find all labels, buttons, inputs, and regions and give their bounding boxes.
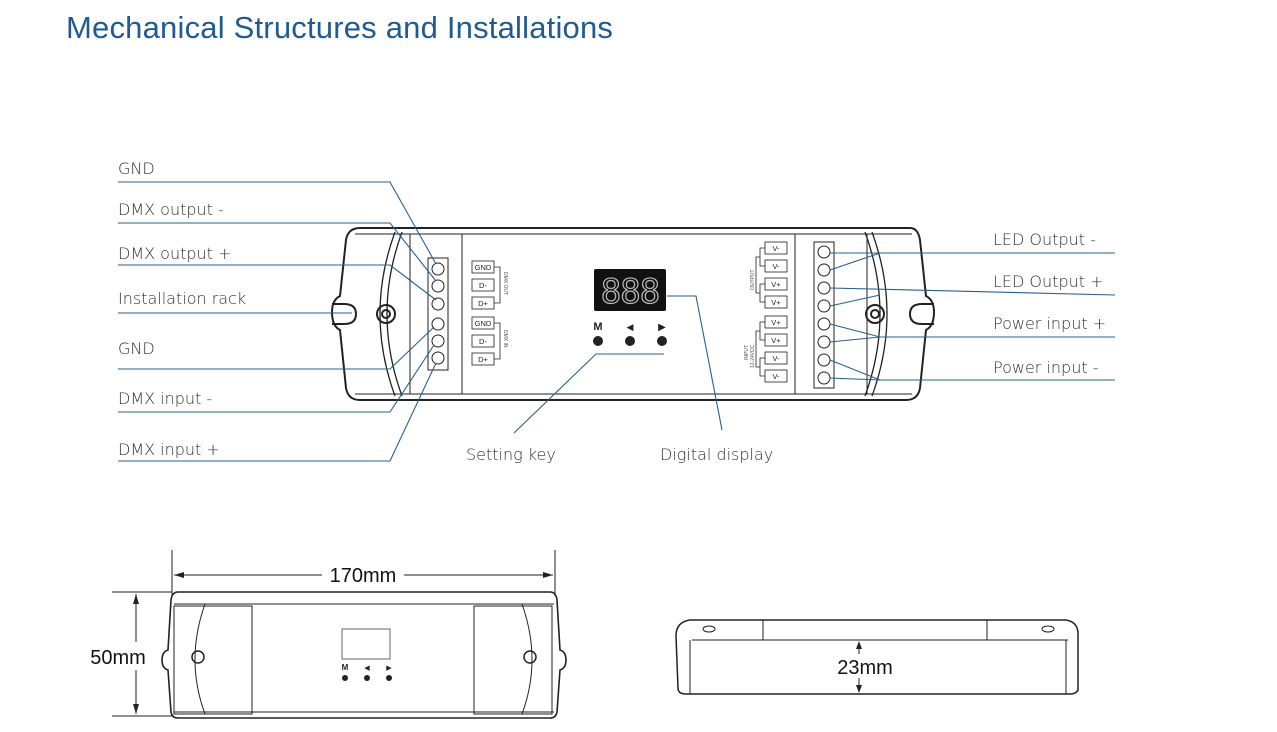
terminal-screw xyxy=(817,353,831,367)
label-dmx-output-plus: DMX output + xyxy=(118,244,231,263)
power-terminal-label: V+ xyxy=(771,298,781,307)
label-dmx-input-plus: DMX input + xyxy=(118,440,220,459)
dmx-in-dminus-label: D- xyxy=(479,337,487,346)
dmx-in-group-label: DMX IN xyxy=(502,330,508,348)
bottom-callouts: Setting key Digital display xyxy=(466,295,773,464)
label-power-input-plus: Power input + xyxy=(993,314,1106,333)
dimension-height: 23mm xyxy=(837,657,893,679)
dimension-length: 170mm xyxy=(330,565,397,587)
terminal-screw xyxy=(431,262,445,276)
dmx-out-group-label: DMX OUT xyxy=(502,272,508,295)
label-setting-key: Setting key xyxy=(466,445,556,464)
mechanical-diagram: GND D- D+ GND D- D+ DMX OUT DMX IN 888 M… xyxy=(90,159,1116,719)
dimension-top-view: 170mm 50mm M ◀ ▶ xyxy=(90,550,567,719)
terminal-screw xyxy=(817,299,831,313)
key-m-label-small: M xyxy=(342,663,349,672)
terminal-screw xyxy=(817,317,831,331)
dmx-in-gnd-label: GND xyxy=(475,319,492,328)
key-right-label-small: ▶ xyxy=(386,664,392,672)
power-terminal-label: V+ xyxy=(771,336,781,345)
display-digits: 888 xyxy=(601,272,659,312)
input-voltage-label: 12-24VDC xyxy=(750,344,756,368)
dmx-in-dplus-label: D+ xyxy=(478,355,488,364)
power-terminal-label: V- xyxy=(772,372,780,381)
terminal-screw xyxy=(431,317,445,331)
output-group-label: OUTPUT xyxy=(750,269,756,290)
terminal-screw xyxy=(817,263,831,277)
terminal-screw xyxy=(817,371,831,385)
label-dmx-output-minus: DMX output - xyxy=(118,200,224,219)
power-terminal-label: V- xyxy=(772,262,780,271)
terminal-screw xyxy=(431,351,445,365)
key-left-button[interactable] xyxy=(625,336,635,346)
power-terminal-label: V- xyxy=(772,244,780,253)
label-led-output-minus: LED Output - xyxy=(993,230,1096,249)
label-power-input-minus: Power input - xyxy=(993,358,1098,377)
power-terminal-label: V- xyxy=(772,354,780,363)
key-right-button[interactable] xyxy=(657,336,667,346)
dmx-out-gnd-label: GND xyxy=(475,263,492,272)
key-m-button[interactable] xyxy=(593,336,603,346)
dmx-out-dplus-label: D+ xyxy=(478,299,488,308)
label-led-output-plus: LED Output + xyxy=(993,272,1104,291)
key-right-label: ▶ xyxy=(658,322,666,333)
terminal-screw xyxy=(817,335,831,349)
label-digital-display: Digital display xyxy=(660,445,773,464)
terminal-screw xyxy=(431,297,445,311)
key-left-label-small: ◀ xyxy=(364,664,370,672)
label-gnd-in: GND xyxy=(118,339,155,358)
display-outline xyxy=(341,628,391,660)
label-dmx-input-minus: DMX input - xyxy=(118,389,212,408)
dimension-width: 50mm xyxy=(90,647,146,669)
dmx-out-dminus-label: D- xyxy=(479,281,487,290)
key-m-label: M xyxy=(593,321,602,333)
dimension-side-view: 23mm xyxy=(675,619,1079,695)
label-gnd-out: GND xyxy=(118,159,155,178)
power-terminal-label: V+ xyxy=(771,280,781,289)
device-top-view: GND D- D+ GND D- D+ DMX OUT DMX IN 888 M… xyxy=(330,227,936,401)
terminal-screw xyxy=(431,279,445,293)
terminal-screw xyxy=(817,245,831,259)
key-left-label: ◀ xyxy=(627,323,634,333)
power-terminal-label: V+ xyxy=(771,318,781,327)
terminal-screw xyxy=(817,281,831,295)
label-installation-rack: Installation rack xyxy=(118,289,246,308)
